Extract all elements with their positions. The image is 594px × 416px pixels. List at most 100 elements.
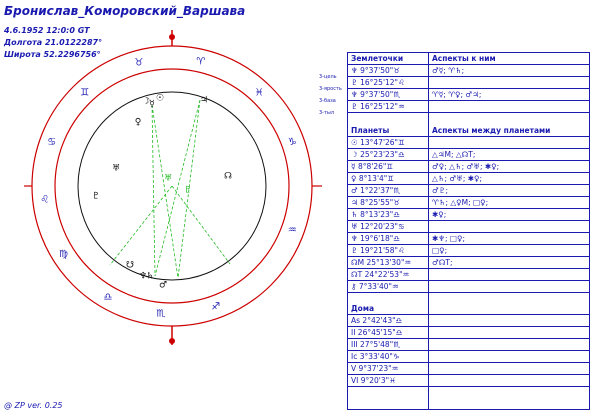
column-header: Землеточки (351, 54, 404, 63)
table-row: VI 9°20'3"♓ (348, 375, 589, 387)
table-cell: △♃M; △☊T; (432, 150, 476, 159)
table-row: ☿ 8°8'26"♊ ♂♀; △♄; ♂♅; ✱♀; (348, 161, 589, 173)
table-cell: ♄ 8°13'23"♎ (351, 210, 400, 219)
table-row: ☊T 24°22'53"♒ (348, 269, 589, 281)
table-cell: ⚷ 7°33'40"♒ (351, 282, 399, 291)
zodiac-sign-icon: ♍ (59, 249, 68, 260)
aspect-line (109, 185, 173, 266)
table-row: V 9°37'23"♒ (348, 363, 589, 375)
aspect-line (151, 104, 179, 279)
table-row: ♇ 19°21'58"♌ □♀; (348, 245, 589, 257)
table-row: II 26°45'15"♎ (348, 327, 589, 339)
table-cell: II 26°45'15"♎ (351, 328, 403, 337)
table-cell: ☊T 24°22'53"♒ (351, 270, 410, 279)
table-cell: ♈☿; ♈♀; ♂♃; (432, 90, 482, 99)
table-cell: ✱♆; □♀; (432, 234, 466, 243)
aspect-line (171, 185, 231, 265)
planet-icon: ♂ (159, 281, 167, 291)
zodiac-sign-icon: ♎ (104, 292, 113, 303)
column-header: Планеты (351, 126, 390, 135)
axis-bottom-dot (169, 338, 175, 344)
table-cell: ♆ 9°37'50"♏ (351, 90, 400, 99)
table-cell: V 9°37'23"♒ (351, 364, 399, 373)
table-cell: Ic 3°33'40"♑ (351, 352, 400, 361)
table-cell: ♆ 9°37'50"♉ (351, 66, 400, 75)
column-header: Аспекты между планетами (432, 126, 551, 135)
section-header: Землеточки Аспекты к ним (348, 53, 589, 65)
table-cell: ♂☿; ♈♄; (432, 66, 465, 75)
table-row: ♆ 9°37'50"♏ ♈☿; ♈♀; ♂♃; (348, 89, 589, 101)
table-cell: III 27°5'48"♏ (351, 340, 400, 349)
column-header: Дома (351, 304, 375, 313)
table-cell: As 2°42'43"♎ (351, 316, 403, 325)
table-cell: ☽ 25°23'23"♎ (351, 150, 405, 159)
table-cell: ♂♀; △♄; ♂♅; ✱♀; (432, 162, 500, 171)
axis-side-label: 3-тыл (319, 110, 334, 116)
aspect-line (154, 99, 201, 277)
table-row: ☉ 13°47'26"♊ (348, 137, 589, 149)
table-row: ☊M 25°13'30"♒ ♂☊T; (348, 257, 589, 269)
axis-side-label: 3-база (319, 98, 336, 104)
table-row: As 2°42'43"♎ (348, 315, 589, 327)
axis-side-label: 3-цель (319, 74, 337, 80)
table-row: ♇ 16°25'12"♒ (348, 101, 589, 113)
table-row: ♅ 12°20'23"♋ (348, 221, 589, 233)
zodiac-sign-icon: ♓ (255, 87, 264, 98)
table-cell: ☊M 25°13'30"♒ (351, 258, 412, 267)
zodiac-sign-icon: ♊ (80, 87, 89, 98)
table-row: ♄ 8°13'23"♎ ✱♀; (348, 209, 589, 221)
section-header: Планеты Аспекты между планетами (348, 125, 589, 137)
table-row: ♂ 1°22'37"♏ ♂♇; (348, 185, 589, 197)
zodiac-sign-icon: ♌ (40, 194, 49, 205)
table-cell: ♅ 12°20'23"♋ (351, 222, 405, 231)
zodiac-sign-icon: ♒ (288, 225, 297, 236)
section-header: Дома (348, 303, 589, 315)
planet-icon: ♅ (112, 164, 120, 174)
planet-icon: ☿ (149, 100, 155, 110)
table-row: ♀ 8°13'4"♊ △♄; ♂♅; ✱♀; (348, 173, 589, 185)
table-cell: ♂ 1°22'37"♏ (351, 186, 400, 195)
table-row: III 27°5'48"♏ (348, 339, 589, 351)
planet-icon: ♇ (92, 192, 100, 202)
aspect-line (151, 104, 156, 277)
table-cell: ✱♀; (432, 210, 447, 219)
zodiac-sign-icon: ♋ (47, 137, 56, 148)
table-row: ♃ 8°25'55"♉ ♈♄; △♀M; □♀; (348, 197, 589, 209)
zodiac-sign-icon: ♏ (156, 309, 165, 320)
table-cell: ♈♄; △♀M; □♀; (432, 198, 489, 207)
table-cell: ♂☊T; (432, 258, 453, 267)
table-cell: VI 9°20'3"♓ (351, 376, 396, 385)
table-row: ♆ 9°37'50"♉ ♂☿; ♈♄; (348, 65, 589, 77)
table-cell: ♃ 8°25'55"♉ (351, 198, 400, 207)
column-header: Аспекты к ним (432, 54, 496, 63)
table-cell: ♇ 19°21'58"♌ (351, 246, 405, 255)
axis-side-label: 3-ярость (319, 86, 342, 92)
astro-data-table: Землеточки Аспекты к ним ♆ 9°37'50"♉ ♂☿; ♈♄… (347, 52, 590, 410)
planet-icon: ☉ (156, 94, 164, 104)
planet-icon: ♄ (146, 272, 154, 282)
planet-icon: ♃ (200, 96, 208, 106)
table-row: ♆ 19°6'18"♎ ✱♆; □♀; (348, 233, 589, 245)
planet-icon: ☊ (224, 172, 232, 182)
table-cell: □♀; (432, 246, 448, 255)
table-row: ♇ 16°25'12"♌ (348, 77, 589, 89)
aspect-center-icon: ♇ (184, 186, 192, 196)
planet-icon: ♀ (135, 118, 142, 128)
axis-side-labels: 3-цель 3-ярость 3-база 3-тыл (319, 74, 342, 116)
planet-icon: ♆ (139, 272, 147, 282)
zodiac-sign-icon: ♉ (134, 57, 143, 68)
table-row: ☽ 25°23'23"♎ △♃M; △☊T; (348, 149, 589, 161)
table-cell: ♇ 16°25'12"♒ (351, 102, 405, 111)
axis-top-dot (169, 34, 175, 40)
table-cell: ♀ 8°13'4"♊ (351, 174, 394, 183)
zodiac-sign-icon: ♐ (211, 301, 220, 312)
table-cell: ♂♇; (432, 186, 448, 195)
table-cell: ☉ 13°47'26"♊ (351, 138, 405, 147)
zodiac-sign-icon: ♈ (196, 56, 205, 67)
table-cell: ♆ 19°6'18"♎ (351, 234, 400, 243)
aspect-lines (109, 99, 231, 279)
version-footer: @ ZP ver. 0.25 (4, 401, 63, 410)
table-cell: △♄; ♂♅; ✱♀; (432, 174, 483, 183)
table-row: Ic 3°33'40"♑ (348, 351, 589, 363)
planet-icon: ☋ (126, 261, 134, 271)
